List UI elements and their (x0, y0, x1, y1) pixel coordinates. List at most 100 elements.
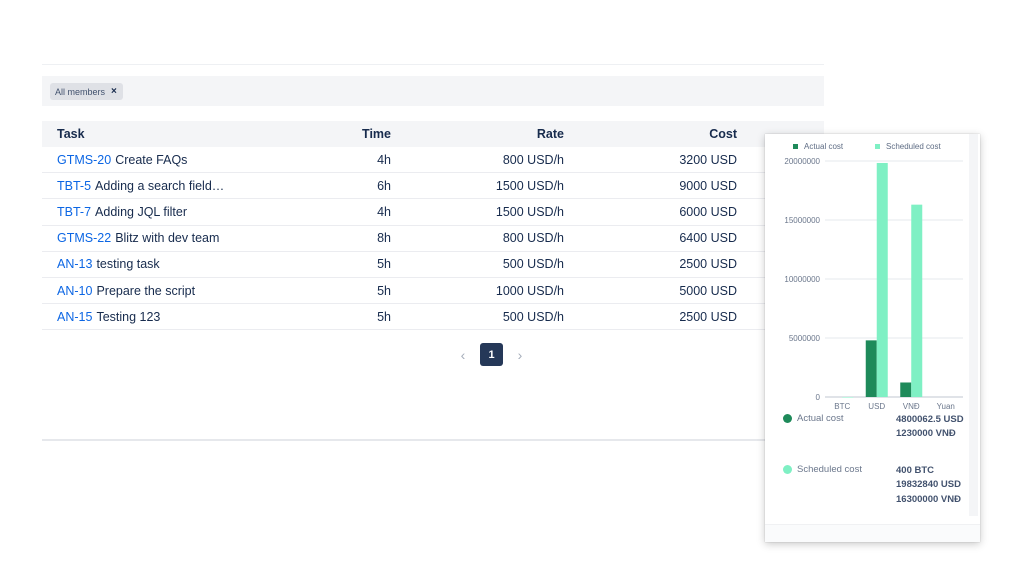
member-filter-chip[interactable]: All members × (50, 83, 123, 100)
scheduled-cost-value: 16300000 VNĐ (896, 493, 961, 505)
actual-cost-value: 1230000 VNĐ (896, 428, 956, 440)
prev-page-icon[interactable]: ‹ (458, 347, 468, 363)
scheduled-cost-dot (783, 465, 792, 474)
x-tick-label: Yuan (937, 402, 955, 411)
panel-bottom-divider (42, 439, 824, 441)
issue-key-link[interactable]: GTMS-20 (57, 153, 111, 167)
bar-scheduled-btc[interactable] (842, 396, 854, 398)
card-scrollbar[interactable] (969, 134, 978, 516)
cost-cell: 2500 USD (679, 309, 737, 324)
table-row[interactable]: AN-10 Prepare the script 5h 1000 USD/h 5000 … (42, 278, 824, 305)
top-divider (42, 64, 824, 65)
table-row[interactable]: GTMS-20 Create FAQs 4h 800 USD/h 3200 USD (42, 147, 824, 174)
issue-summary: Testing 123 (96, 309, 161, 324)
table-row[interactable]: TBT-5 Adding a search field… 6h 1500 USD/h 9… (42, 173, 824, 200)
cost-cell: 9000 USD (679, 178, 737, 193)
task-cell: GTMS-22 Blitz with dev team (57, 226, 219, 251)
issue-summary: Blitz with dev team (115, 231, 220, 246)
header-cost[interactable]: Cost (709, 121, 737, 147)
card-footer (765, 524, 980, 542)
table-row[interactable]: AN-15 Testing 123 5h 500 USD/h 2500 USD (42, 304, 824, 331)
issue-summary: Adding JQL filter (95, 204, 187, 219)
x-tick-label: USD (868, 402, 885, 411)
issue-summary: Adding a search field… (95, 178, 225, 193)
issue-summary: Create FAQs (115, 152, 188, 167)
member-filter-label: All members (55, 86, 106, 97)
time-cell: 4h (377, 152, 391, 167)
table-row[interactable]: TBT-7 Adding JQL filter 4h 1500 USD/h 6000 U… (42, 199, 824, 226)
issue-key-link[interactable]: AN-10 (57, 284, 92, 298)
cost-chart-card: Actual cost Scheduled cost 0 5000000 10000… (765, 134, 980, 542)
actual-cost-values: 4800062.5 USD 1230000 VNĐ (896, 413, 970, 442)
bar-scheduled-vnđ[interactable] (911, 204, 923, 397)
issue-key-link[interactable]: AN-15 (57, 310, 92, 324)
task-cell: TBT-5 Adding a search field… (57, 173, 224, 198)
next-page-icon[interactable]: › (515, 347, 525, 363)
issue-key-link[interactable]: TBT-5 (57, 179, 91, 193)
header-rate[interactable]: Rate (537, 121, 564, 147)
rate-cell: 800 USD/h (502, 231, 564, 246)
legend-label-actual: Actual cost (804, 142, 844, 151)
cost-report-panel: All members × Task Time Rate Cost GTMS-2… (42, 76, 824, 440)
task-cell: AN-15 Testing 123 (57, 304, 160, 329)
issue-key-link[interactable]: TBT-7 (57, 205, 91, 219)
bar-actual-vnđ[interactable] (900, 382, 912, 397)
actual-cost-dot (783, 414, 792, 423)
rate-cell: 500 USD/h (502, 257, 564, 272)
filter-bar: All members × (42, 76, 824, 106)
table-row[interactable]: GTMS-22 Blitz with dev team 8h 800 USD/h 640… (42, 226, 824, 252)
scheduled-cost-value: 400 BTC (896, 465, 935, 476)
table-header: Task Time Rate Cost (42, 121, 824, 147)
task-cell: AN-10 Prepare the script (57, 278, 195, 303)
task-cell: TBT-7 Adding JQL filter (57, 199, 187, 224)
pagination: ‹ 1 › (458, 343, 525, 366)
bar-scheduled-usd[interactable] (876, 162, 888, 397)
time-cell: 6h (377, 178, 391, 193)
rate-cell: 1000 USD/h (495, 283, 564, 298)
legend-item-scheduled[interactable]: Scheduled cost (875, 142, 941, 151)
cost-bar-chart: 0 5000000 10000000 15000000 20000000 BTC USD VN… (784, 157, 963, 411)
issue-summary: testing task (96, 257, 160, 272)
rate-cell: 800 USD/h (502, 152, 564, 167)
y-tick-label: 10000000 (784, 275, 820, 284)
time-cell: 5h (377, 309, 391, 324)
cost-table: Task Time Rate Cost GTMS-20 Create FAQs 4h… (42, 121, 824, 331)
y-tick-label: 20000000 (784, 157, 820, 166)
y-tick-label: 5000000 (789, 334, 821, 343)
header-task[interactable]: Task (57, 121, 85, 147)
time-cell: 5h (377, 257, 391, 272)
cost-cell: 6400 USD (679, 231, 737, 246)
legend-label-scheduled: Scheduled cost (886, 142, 941, 151)
rate-cell: 1500 USD/h (495, 178, 564, 193)
task-cell: GTMS-20 Create FAQs (57, 147, 187, 172)
rate-cell: 500 USD/h (502, 309, 564, 324)
actual-cost-label: Actual cost (797, 413, 844, 424)
time-cell: 4h (377, 204, 391, 219)
legend-item-actual[interactable]: Actual cost (793, 142, 843, 151)
cost-cell: 2500 USD (679, 257, 737, 272)
time-cell: 5h (377, 283, 391, 298)
scheduled-cost-label: Scheduled cost (797, 464, 862, 475)
y-tick-label: 15000000 (784, 216, 820, 225)
table-row[interactable]: AN-13 testing task 5h 500 USD/h 2500 USD (42, 252, 824, 278)
cost-cell: 3200 USD (679, 152, 737, 167)
legend-swatch-scheduled (875, 144, 880, 149)
bar-actual-usd[interactable] (865, 340, 877, 397)
rate-cell: 1500 USD/h (495, 204, 564, 219)
actual-cost-value: 4800062.5 USD (896, 414, 964, 425)
time-cell: 8h (377, 231, 391, 246)
chart-legend: Actual cost Scheduled cost (765, 142, 965, 154)
scheduled-cost-values: 400 BTC 19832840 USD 16300000 VNĐ (896, 464, 970, 507)
x-tick-label: BTC (834, 402, 850, 411)
x-tick-label: VNĐ (903, 402, 920, 411)
cost-cell: 6000 USD (679, 204, 737, 219)
header-time[interactable]: Time (362, 121, 391, 147)
issue-key-link[interactable]: GTMS-22 (57, 231, 111, 245)
legend-swatch-actual (793, 144, 798, 149)
scheduled-cost-value: 19832840 USD (896, 479, 961, 491)
issue-key-link[interactable]: AN-13 (57, 257, 92, 271)
y-tick-label: 0 (816, 393, 821, 402)
page-button-current[interactable]: 1 (480, 343, 503, 366)
table-body: GTMS-20 Create FAQs 4h 800 USD/h 3200 USD TBT… (42, 147, 824, 331)
remove-filter-icon[interactable]: × (111, 86, 117, 97)
